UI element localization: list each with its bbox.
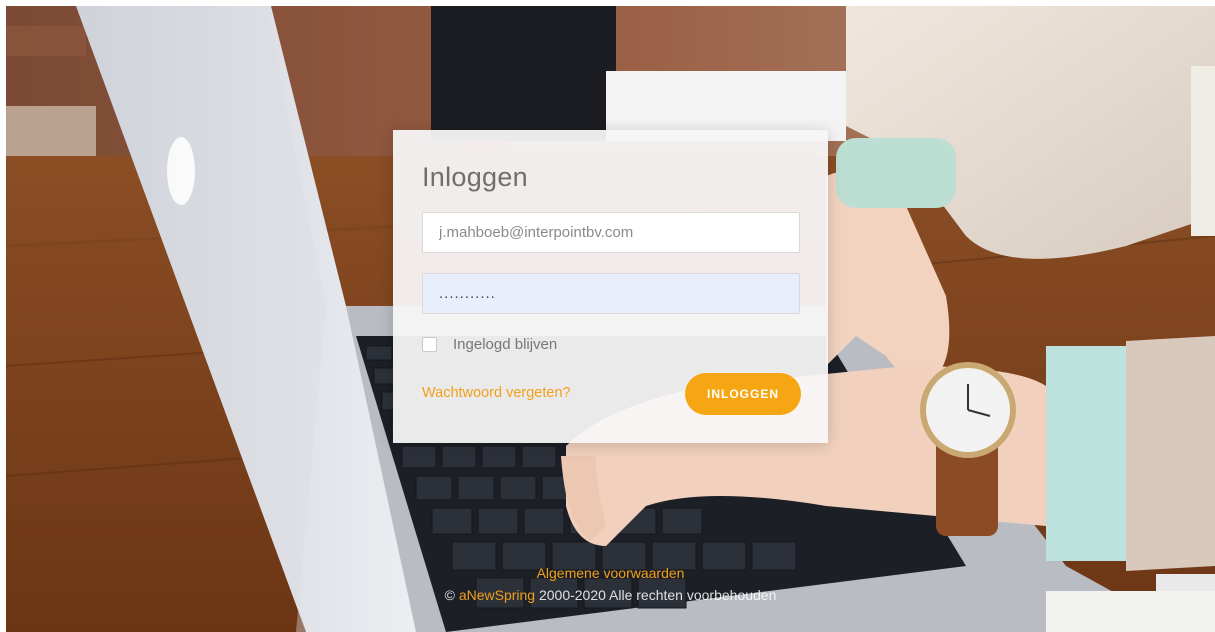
- brand-link[interactable]: aNewSpring: [459, 587, 535, 603]
- footer-terms: Algemene voorwaarden: [6, 565, 1215, 581]
- forgot-password-link[interactable]: Wachtwoord vergeten?: [422, 385, 571, 401]
- login-title: Inloggen: [422, 162, 528, 192]
- password-field[interactable]: [422, 273, 800, 314]
- email-field[interactable]: [422, 212, 800, 253]
- remember-me-checkbox[interactable]: [422, 336, 437, 352]
- terms-link[interactable]: Algemene voorwaarden: [537, 565, 685, 581]
- copyright-text: 2000-2020 Alle rechten voorbehouden: [538, 587, 777, 603]
- login-button[interactable]: INLOGGEN: [685, 373, 801, 415]
- footer-copyright: © aNewSpring 2000-2020 Alle rechten voor…: [6, 587, 1215, 603]
- remember-me-option[interactable]: Ingelogd blijven: [422, 334, 557, 354]
- remember-me-label: Ingelogd blijven: [453, 335, 558, 353]
- copyright-symbol: ©: [444, 587, 455, 603]
- login-card: Inloggen Ingelogd blijven Wachtwoord ver…: [393, 130, 828, 443]
- login-page: Inloggen Ingelogd blijven Wachtwoord ver…: [6, 6, 1215, 632]
